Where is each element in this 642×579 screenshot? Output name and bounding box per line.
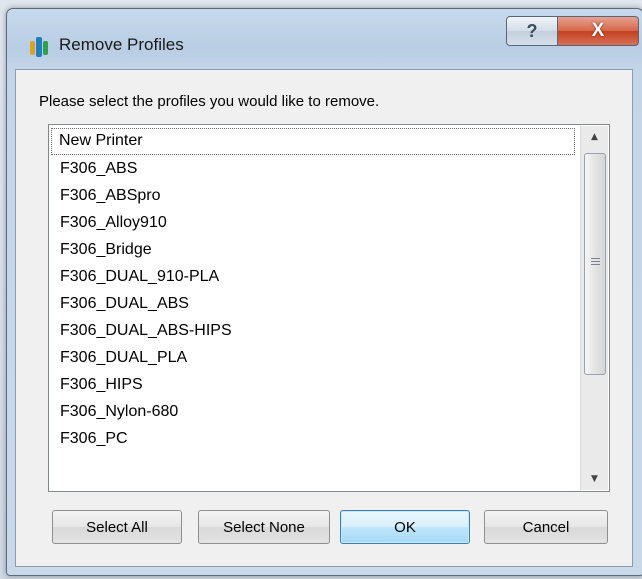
thumb-grip [591,264,600,265]
scroll-up-arrow-icon[interactable]: ▲ [581,126,608,148]
app-logo-icon [30,37,48,57]
close-icon: X [591,20,605,41]
list-item[interactable]: F306_ABSpro [51,182,577,209]
list-item[interactable]: F306_DUAL_ABS-HIPS [51,317,577,344]
list-item[interactable]: F306_HIPS [51,371,577,398]
list-item[interactable]: F306_Bridge [51,236,577,263]
profiles-list: New Printer F306_ABS F306_ABSpro F306_Al… [51,127,577,489]
title-bar[interactable]: Remove Profiles ? X [7,9,642,65]
scrollbar-thumb[interactable] [584,153,606,375]
help-icon: ? [526,20,538,41]
close-button[interactable]: X [558,16,639,46]
select-none-button[interactable]: Select None [198,510,330,544]
list-item[interactable]: F306_Alloy910 [51,209,577,236]
select-all-button[interactable]: Select All [52,510,182,544]
thumb-grip [591,258,600,259]
list-item[interactable]: F306_PC [51,425,577,452]
cancel-button[interactable]: Cancel [484,510,608,544]
list-item[interactable]: F306_Nylon-680 [51,398,577,425]
thumb-grip [591,261,600,262]
list-item[interactable]: F306_DUAL_910-PLA [51,263,577,290]
window-title: Remove Profiles [59,35,184,54]
list-item[interactable]: F306_ABS [51,155,577,182]
scroll-down-arrow-icon[interactable]: ▼ [581,468,608,490]
list-item[interactable]: New Printer [51,128,575,155]
profiles-listbox[interactable]: New Printer F306_ABS F306_ABSpro F306_Al… [48,124,610,492]
vertical-scrollbar[interactable]: ▲ ▼ [580,126,608,490]
ok-button[interactable]: OK [340,510,470,544]
instruction-label: Please select the profiles you would lik… [39,93,380,110]
list-item[interactable]: F306_DUAL_PLA [51,344,577,371]
title-bar-buttons: ? X [506,16,639,46]
help-button[interactable]: ? [506,16,558,46]
list-item[interactable]: F306_DUAL_ABS [51,290,577,317]
